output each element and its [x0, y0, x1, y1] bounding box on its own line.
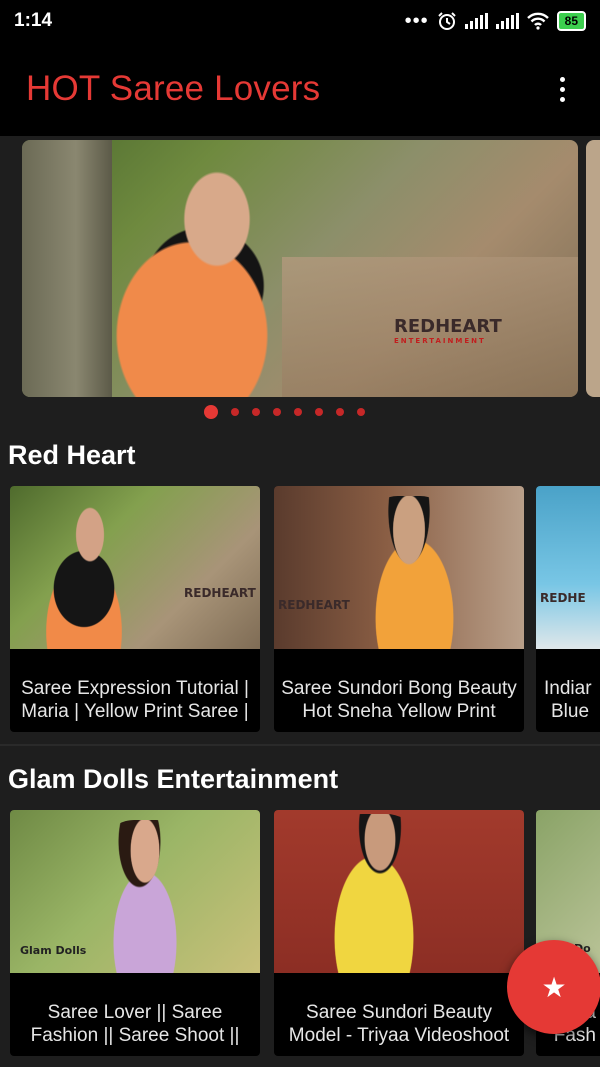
carousel-dot-active[interactable]	[204, 405, 218, 419]
video-caption: Saree Lover || Saree Fashion || Saree Sh…	[30, 1001, 240, 1046]
video-row: Glam Dolls Saree Lover || Saree Fashion …	[10, 810, 600, 1060]
banner-watermark-logo: REDHEART ENTERTAINMENT	[394, 316, 502, 345]
banner-next-peek[interactable]	[586, 140, 600, 397]
favorites-button[interactable]: ★	[507, 940, 600, 1034]
more-vert-icon[interactable]	[550, 69, 574, 109]
video-card[interactable]: REDHEART Saree Expression Tutorial | Mar…	[10, 486, 260, 732]
section-title: Glam Dolls Entertainment	[8, 764, 339, 794]
carousel-dot[interactable]	[273, 408, 281, 416]
status-icons: ••• 85	[405, 11, 586, 31]
battery-icon: 85	[556, 11, 586, 31]
app-title: HOT Saree Lovers	[26, 69, 321, 108]
status-time: 1:14	[14, 10, 53, 31]
video-card[interactable]: REDHEART Saree Sundori Bong Beauty Hot S…	[274, 486, 524, 732]
section-title: Red Heart	[8, 440, 136, 470]
thumbnail-watermark-logo: REDHE	[540, 591, 586, 605]
star-icon: ★	[541, 971, 567, 1003]
thumbnail-watermark-logo: Glam Dolls	[20, 944, 87, 957]
signal-icon	[495, 13, 519, 29]
carousel-dot[interactable]	[315, 408, 323, 416]
banner-slide[interactable]: REDHEART ENTERTAINMENT	[22, 140, 578, 397]
video-thumbnail: REDHEART	[274, 486, 524, 649]
video-caption: Saree Sundori Beauty Model - Triyaa Vide…	[288, 1001, 510, 1046]
wifi-icon	[526, 12, 549, 30]
notification-dots-icon: •••	[404, 10, 429, 32]
video-caption: Saree Sundori Bong Beauty Hot Sneha Yell…	[281, 677, 517, 722]
video-card[interactable]: Saree Sundori Beauty Model - Triyaa Vide…	[274, 810, 524, 1056]
carousel-dot[interactable]	[231, 408, 239, 416]
signal-icon	[464, 13, 488, 29]
video-thumbnail: REDHE	[536, 486, 600, 649]
carousel-dot[interactable]	[336, 408, 344, 416]
video-caption: Saree Expression Tutorial | Maria | Yell…	[21, 677, 249, 722]
carousel-dot[interactable]	[294, 408, 302, 416]
video-thumbnail	[274, 810, 524, 973]
banner-image-model	[92, 150, 342, 397]
thumbnail-watermark-logo: REDHEART	[278, 598, 350, 612]
video-card[interactable]: Glam Dolls Saree Lover || Saree Fashion …	[10, 810, 260, 1056]
video-card[interactable]: REDHE Indiar Blue	[536, 486, 600, 732]
app-bar: HOT Saree Lovers	[0, 42, 600, 136]
section-divider	[0, 744, 600, 746]
carousel-indicator	[0, 405, 600, 419]
video-thumbnail: REDHEART	[10, 486, 260, 649]
alarm-icon	[437, 12, 456, 30]
status-bar: 1:14 ••• 85	[0, 0, 600, 42]
video-caption: Indiar Blue	[544, 677, 592, 722]
carousel-dot[interactable]	[252, 408, 260, 416]
thumbnail-watermark-logo: REDHEART	[184, 586, 256, 600]
video-row: REDHEART Saree Expression Tutorial | Mar…	[10, 486, 600, 736]
carousel-dot[interactable]	[357, 408, 365, 416]
video-thumbnail: Glam Dolls	[10, 810, 260, 973]
